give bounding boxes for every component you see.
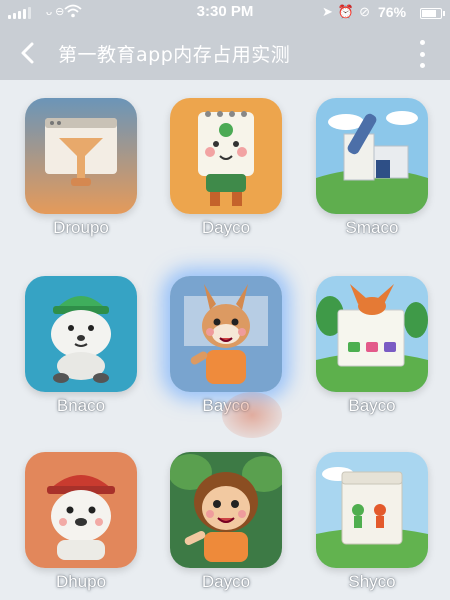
app-label: Dayco (201, 572, 251, 591)
app-tile[interactable]: Bayco (170, 276, 282, 416)
app-label: Dayco (201, 218, 251, 237)
fox-color-board-icon (316, 276, 428, 392)
app-label: Shyco (348, 572, 396, 591)
app-tile[interactable]: Dhupo (25, 452, 137, 592)
app-label: Bnaco (56, 396, 106, 415)
app-tile[interactable]: Smaco (316, 98, 428, 238)
app-tile[interactable]: Bayco (316, 276, 428, 416)
more-vertical-icon[interactable] (414, 40, 430, 68)
bunny-character-icon (170, 276, 282, 392)
app-label: Bayco (348, 396, 396, 415)
battery-icon (420, 8, 445, 19)
chevron-left-icon[interactable] (14, 39, 42, 67)
cartoon-girl-icon (170, 452, 282, 568)
nav-bar: 第一教育app内存占用实测 (0, 26, 450, 80)
app-label: Droupo (53, 218, 109, 237)
do-not-disturb-icon: ⊘ (359, 4, 370, 19)
app-tile[interactable]: Dayco (170, 452, 282, 592)
app-label: Dhupo (55, 572, 107, 591)
funnel-window-icon (25, 98, 137, 214)
bear-cap-icon (25, 452, 137, 568)
app-grid: Droupo Dayco Smaco Bnaco Bayco Bayco Dhu… (0, 80, 450, 600)
app-tile[interactable]: Droupo (25, 98, 137, 238)
app-label: Bayco (202, 396, 250, 415)
building-blocks-icon (316, 98, 428, 214)
app-tile[interactable]: Dayco (170, 98, 282, 238)
app-label: Smaco (345, 218, 399, 237)
notepad-bear-icon (170, 98, 282, 214)
location-icon: ➤ (322, 4, 333, 19)
battery-percent: 76% (378, 4, 407, 20)
page-title: 第一教育app内存占用实测 (58, 44, 291, 66)
seal-beanie-icon (25, 276, 137, 392)
box-characters-icon (316, 452, 428, 568)
status-bar: ᴗ ⊖ 3:30 PM ➤ ⏰ ⊘ 76% (0, 0, 450, 26)
alarm-icon: ⏰ (337, 4, 355, 19)
app-tile[interactable]: Bnaco (25, 276, 137, 416)
app-tile[interactable]: Shyco (316, 452, 428, 592)
